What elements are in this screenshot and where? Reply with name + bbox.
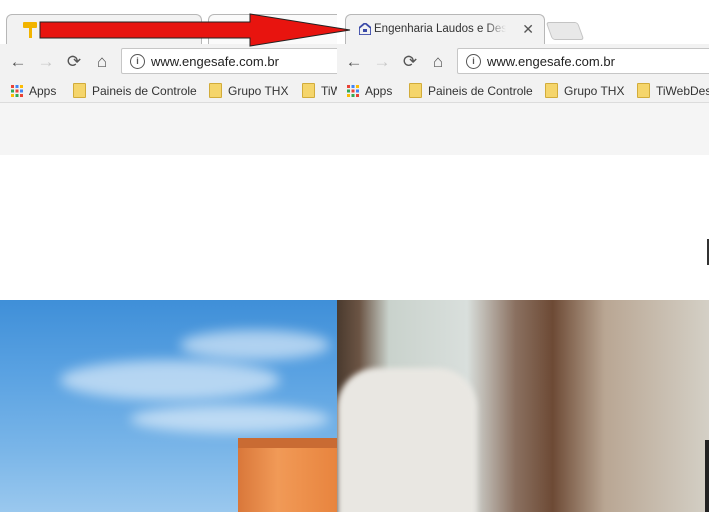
toolbar: ← → ⟳ ⌂ i www.engesafe.com.br: [0, 44, 337, 80]
folder-icon: [73, 83, 86, 98]
browser-window-right: Engenharia Laudos e Des ✕ ← → ⟳ ⌂ i www.…: [337, 0, 709, 512]
address-bar[interactable]: i www.engesafe.com.br: [121, 48, 337, 74]
reload-icon[interactable]: ⟳: [64, 52, 84, 72]
home-icon[interactable]: ⌂: [92, 52, 112, 72]
reload-icon[interactable]: ⟳: [400, 52, 420, 72]
house-logo-icon: [359, 23, 371, 35]
url-text: www.engesafe.com.br: [487, 54, 615, 69]
bookmark-label: Apps: [29, 84, 57, 98]
bookmark-folder[interactable]: TiWebDes: [637, 82, 709, 100]
new-tab-button[interactable]: [545, 22, 585, 40]
brick-edge: [238, 438, 337, 448]
address-bar[interactable]: i www.engesafe.com.br: [457, 48, 709, 74]
tab-title: Engenharia Laudos e Des: [374, 23, 506, 35]
paint-roller-icon: [23, 22, 37, 38]
bookmark-folder[interactable]: Paineis de Controle: [409, 82, 533, 100]
bookmark-label: TiW: [321, 84, 337, 98]
tab-active-right[interactable]: Engenharia Laudos e Des ✕: [345, 14, 545, 44]
info-icon[interactable]: i: [130, 54, 145, 69]
arrow-left-icon[interactable]: ←: [344, 52, 364, 72]
arrow-right-icon[interactable]: →: [372, 52, 392, 72]
bookmark-apps[interactable]: Apps: [11, 82, 56, 100]
tab-strip: [0, 0, 337, 44]
bookmark-folder[interactable]: Grupo THX: [545, 82, 624, 100]
bookmark-label: Paineis de Controle: [428, 84, 533, 98]
toolbar: ← → ⟳ ⌂ i www.engesafe.com.br: [337, 44, 709, 80]
bookmark-label: Grupo THX: [228, 84, 289, 98]
bookmarks-bar: Apps Paineis de Controle Grupo THX TiWeb…: [337, 80, 709, 103]
bookmark-folder[interactable]: Grupo THX: [209, 82, 288, 100]
bookmarks-bar: Apps Paineis de Controle Grupo THX TiW: [0, 80, 337, 103]
hero-image-blurred: [337, 300, 709, 512]
folder-icon: [545, 83, 558, 98]
browser-window-left: ← → ⟳ ⌂ i www.engesafe.com.br Apps Paine…: [0, 0, 337, 512]
bookmark-label: Grupo THX: [564, 84, 625, 98]
apps-grid-icon: [347, 85, 359, 97]
arrow-left-icon[interactable]: ←: [8, 52, 28, 72]
info-icon[interactable]: i: [466, 54, 481, 69]
folder-icon: [302, 83, 315, 98]
bookmark-label: Apps: [365, 84, 393, 98]
page-edge-bar: [705, 440, 709, 512]
folder-icon: [209, 83, 222, 98]
arrow-right-icon[interactable]: →: [36, 52, 56, 72]
tab-inactive-left[interactable]: [208, 14, 337, 44]
url-text: www.engesafe.com.br: [151, 54, 279, 69]
apps-grid-icon: [11, 85, 23, 97]
bookmark-apps[interactable]: Apps: [347, 82, 392, 100]
folder-icon: [409, 83, 422, 98]
bookmark-label: TiWebDes: [656, 84, 709, 98]
close-icon[interactable]: ✕: [522, 21, 534, 37]
folder-icon: [637, 83, 650, 98]
tab-strip: Engenharia Laudos e Des ✕: [337, 0, 709, 44]
bookmark-folder[interactable]: Paineis de Controle: [73, 82, 197, 100]
bookmark-label: Paineis de Controle: [92, 84, 197, 98]
page-header-band: [0, 103, 337, 155]
bookmark-folder[interactable]: TiW: [302, 82, 337, 100]
tab-active-left[interactable]: [6, 14, 202, 44]
page-header-band: [337, 103, 709, 155]
home-icon[interactable]: ⌂: [428, 52, 448, 72]
hero-object-brick: [238, 438, 337, 512]
